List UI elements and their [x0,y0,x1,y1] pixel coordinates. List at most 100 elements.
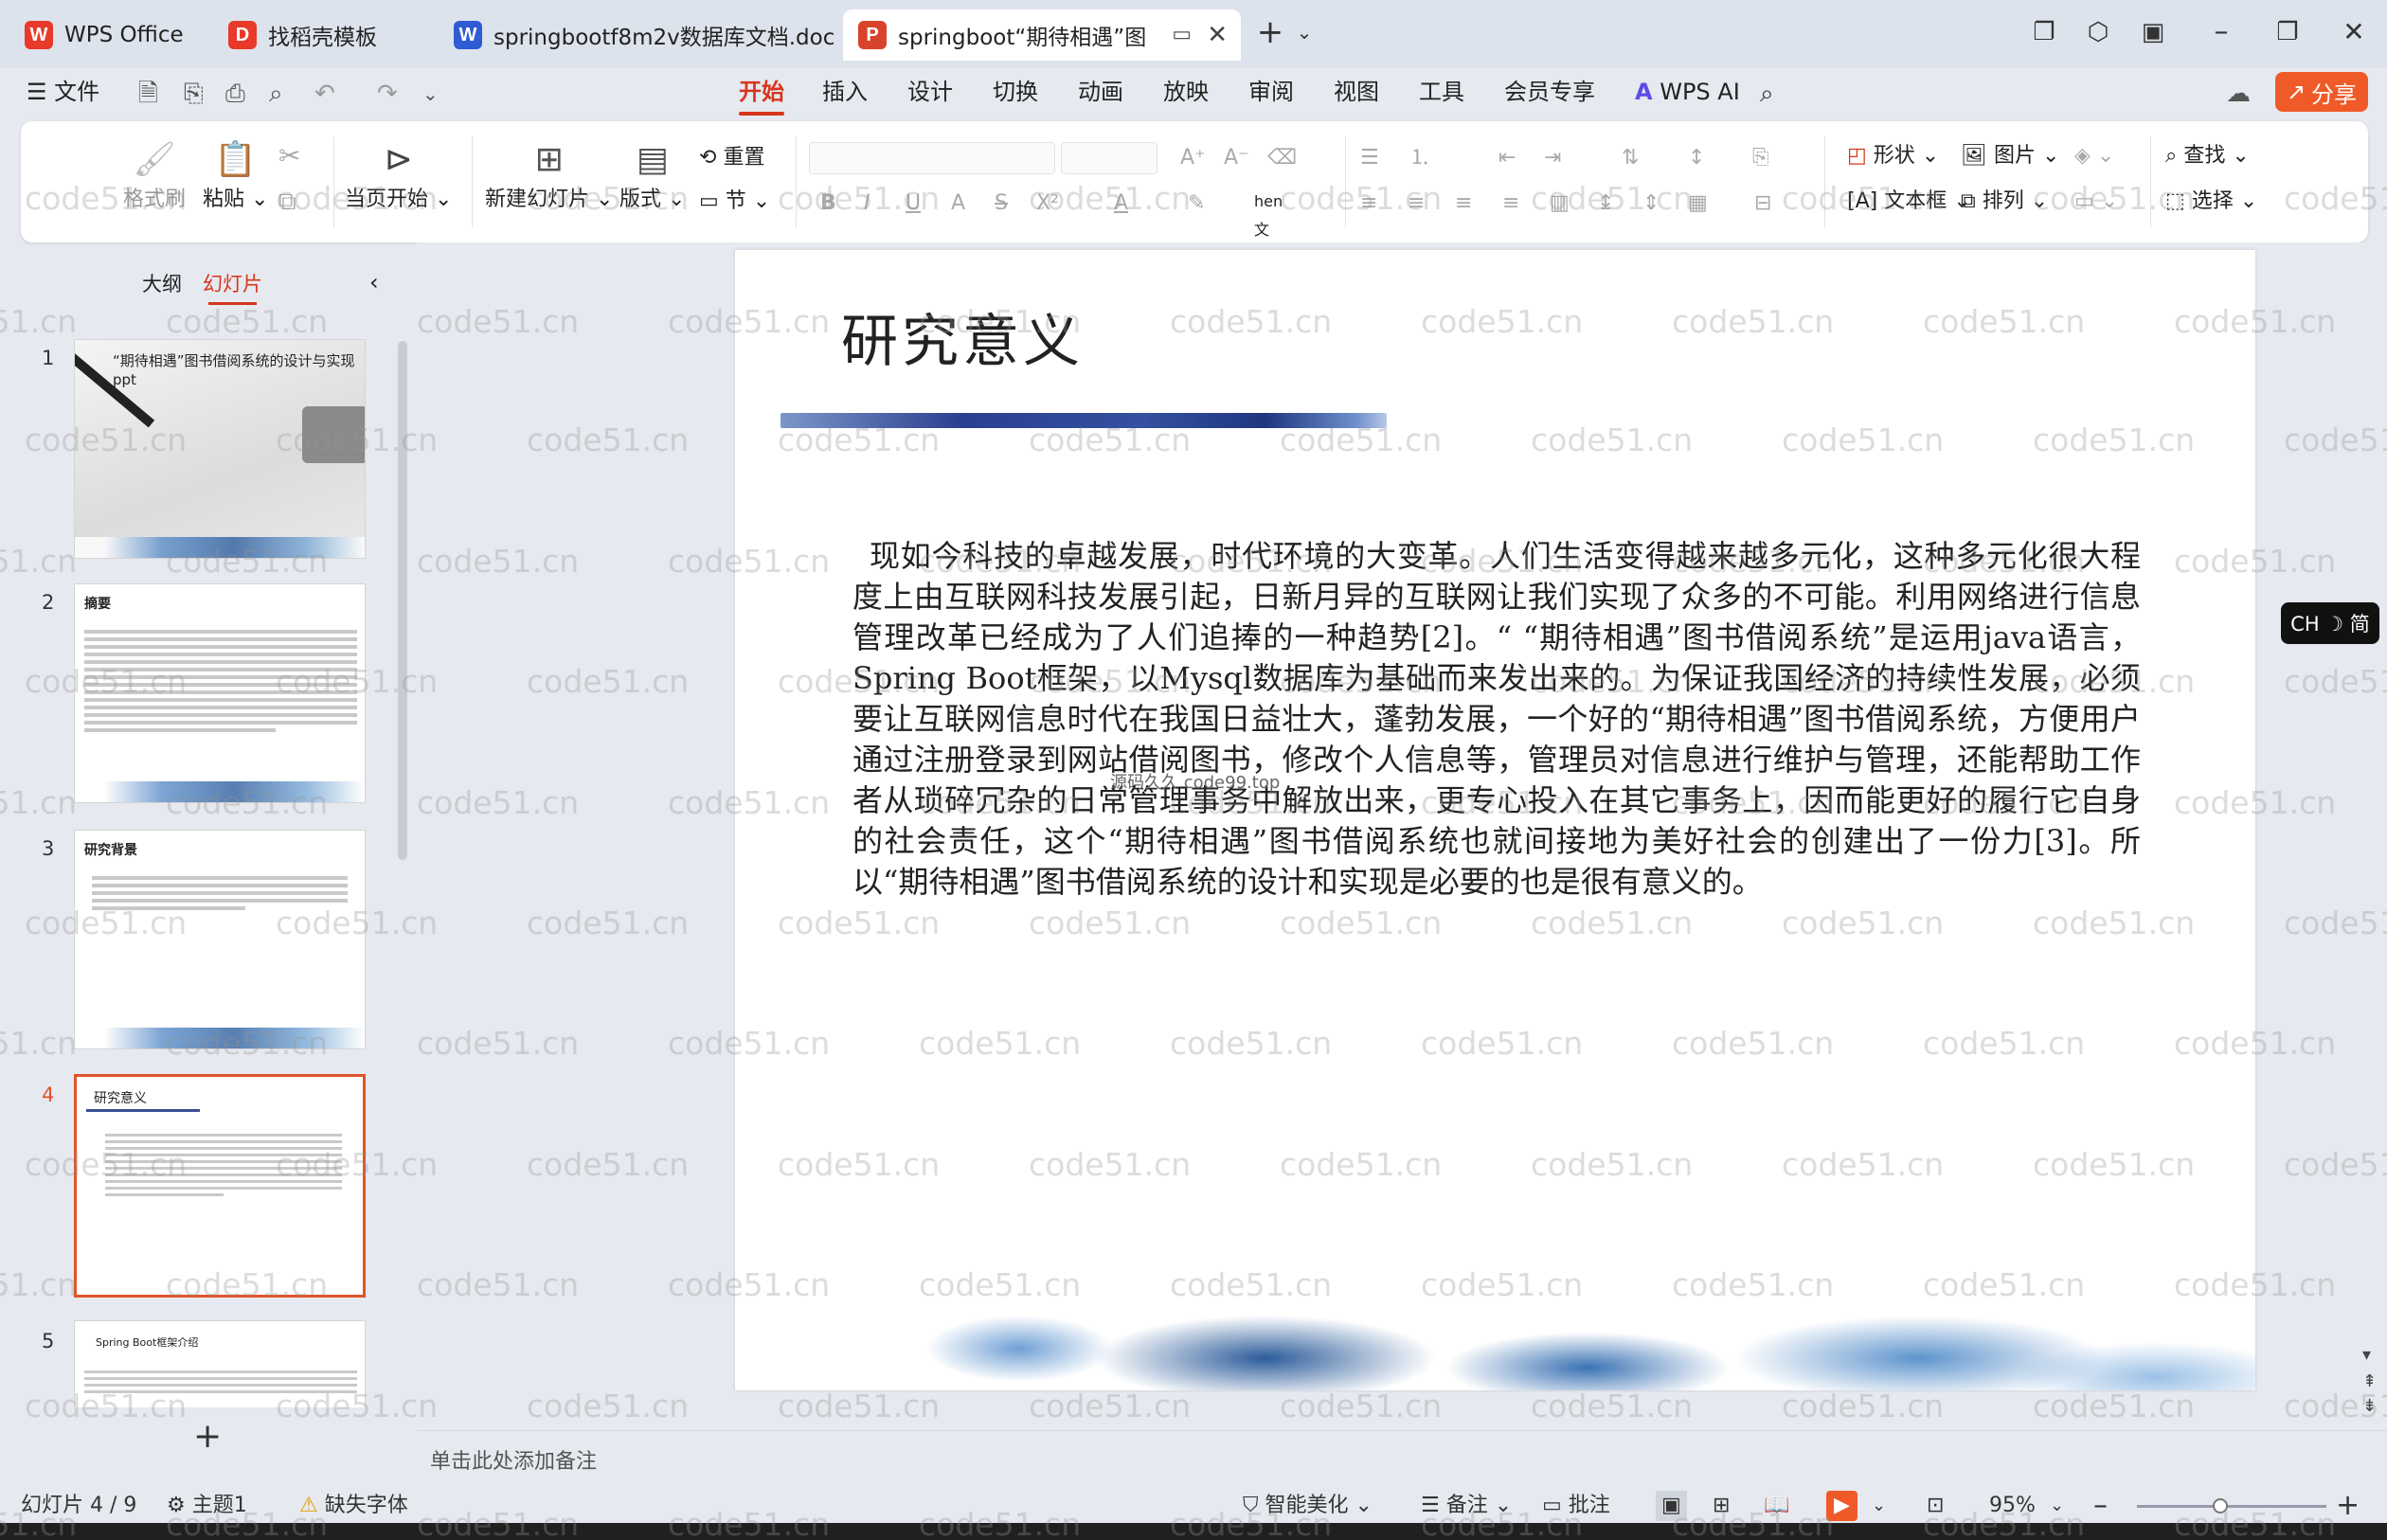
chevron-down-icon[interactable]: ⌄ [2050,1491,2064,1521]
menu-file[interactable]: ☰ 文件 [27,76,99,108]
normal-view-icon[interactable]: ▣ [1656,1491,1687,1521]
chevron-down-icon[interactable]: ⌄ [422,78,439,110]
print-icon[interactable]: ⎙ [225,78,245,110]
font-size-select[interactable] [1061,142,1158,174]
chevron-down-icon[interactable]: ⌄ [1872,1491,1886,1521]
save-icon[interactable]: 🗎 [138,78,158,110]
sort-icon[interactable]: ↕ [1688,144,1705,172]
notes-button[interactable]: ☰ 备注 ⌄ [1421,1491,1512,1521]
menu-view[interactable]: 视图 [1334,76,1379,108]
decrease-font-icon[interactable]: A⁻ [1224,144,1249,172]
previous-slide-icon[interactable]: ⇞ [2362,1371,2377,1391]
outline-tab[interactable]: 大纲 [142,269,182,297]
textbox-button[interactable]: [A] 文本框 ⌄ [1847,188,1971,216]
bullets-icon[interactable]: ☰ [1360,144,1379,172]
panel-scrollbar[interactable] [398,341,407,860]
slide-sorter-icon[interactable]: ⊞ [1713,1491,1730,1521]
menu-review[interactable]: 审阅 [1248,76,1294,108]
text-align-icon[interactable]: ⊟ [1754,189,1771,218]
layout-button[interactable]: ▤ 版式 ⌄ [619,138,685,212]
theme-button[interactable]: ⚙ 主题1 [167,1491,247,1521]
avatar[interactable]: ▣ [2129,13,2177,51]
zoom-slider[interactable] [2137,1505,2326,1508]
fill-icon[interactable]: ◈ ⌄ [2074,142,2114,170]
increase-font-icon[interactable]: A⁺ [1180,144,1206,172]
tab-ppt-file[interactable]: P springboot“期待相遇”图 ▭ ✕ [843,9,1241,61]
highlight-icon[interactable]: ✎ [1188,189,1205,218]
select-button[interactable]: ⬚ 选择 ⌄ [2165,188,2257,216]
slide-thumbnail-4[interactable]: 研究意义 [74,1074,366,1298]
add-slide-icon[interactable]: + [193,1417,222,1456]
menu-home[interactable]: 开始 [739,76,784,116]
maximize-icon[interactable]: ❐ [2264,13,2311,51]
play-from-current-button[interactable]: ⊳ 当页开始 ⌄ [345,138,452,212]
italic-icon[interactable]: I [864,189,870,218]
slides-tab[interactable]: 幻灯片 [203,269,262,305]
find-button[interactable]: ⌕ 查找 ⌄ [2165,142,2250,170]
distribute-icon[interactable]: ▥ [1550,189,1570,218]
justify-icon[interactable]: ≡ [1502,189,1519,218]
align-left-icon[interactable]: ≡ [1360,189,1377,218]
menu-wps-ai[interactable]: A WPS AI [1635,76,1740,108]
font-color-icon[interactable]: A [1114,189,1128,218]
collapse-panel-icon[interactable]: ‹ [369,269,379,295]
notes-pane[interactable]: 单击此处添加备注 [417,1430,2387,1489]
align-center-icon[interactable]: ≡ [1408,189,1425,218]
format-painter-button[interactable]: 🖌 格式刷 [123,138,186,212]
share-button[interactable]: ↗ 分享 [2275,72,2368,112]
menu-design[interactable]: 设计 [907,76,953,108]
font-family-select[interactable] [809,142,1055,174]
chevron-down-icon[interactable]: ▾ [2362,1345,2371,1365]
slide-thumbnail-2[interactable]: 摘要 [74,583,366,803]
next-slide-icon[interactable]: ⇟ [2362,1396,2377,1416]
increase-indent-icon[interactable]: ⇥ [1544,144,1561,172]
strikethrough-icon[interactable]: S [995,189,1008,218]
play-slideshow-icon[interactable]: ▶ [1826,1491,1858,1521]
reading-view-icon[interactable]: 📖 [1764,1491,1789,1521]
text-direction-icon[interactable]: ⇅ [1622,144,1639,172]
line-spacing-icon[interactable]: ↨ [1597,189,1614,218]
menu-tools[interactable]: 工具 [1419,76,1464,108]
tab-doc-file[interactable]: W springbootf8m2v数据库文档.doc [439,9,836,61]
smart-beautify-button[interactable]: ⛉ 智能美化 ⌄ [1243,1491,1373,1521]
close-tab-icon[interactable]: ✕ [1207,21,1228,49]
columns-icon[interactable]: ▦ [1688,189,1708,218]
zoom-level[interactable]: 95% [1989,1491,2036,1521]
slide-body-text[interactable]: 现如今科技的卓越发展，时代环境的大变革。人们生活变得越来越多元化，这种多元化很大… [852,536,2141,903]
cube-icon[interactable]: ⬡ [2074,13,2122,51]
picture-button[interactable]: 🖼 图片 ⌄ [1961,142,2059,170]
numbering-icon[interactable]: ⒈ [1409,144,1430,172]
menu-insert[interactable]: 插入 [822,76,868,108]
tab-docer-templates[interactable]: D 找稻壳模板 [213,9,429,61]
print-preview-icon[interactable]: ⌕ [269,78,283,110]
chevron-down-icon[interactable]: ⌄ [1281,13,1328,51]
underline-icon[interactable]: U [906,189,921,218]
cloud-upload-icon[interactable]: ☁ [2226,78,2251,110]
window-layout-icon[interactable]: ❐ [2020,13,2068,51]
arrange-button[interactable]: ⧉ 排列 ⌄ [1961,188,2048,216]
fit-window-icon[interactable]: ⊡ [1927,1491,1944,1521]
undo-icon[interactable]: ↶ [314,78,335,110]
copy-icon[interactable]: ⧉ [278,188,296,216]
comments-button[interactable]: ▭ 批注 [1542,1491,1610,1521]
section-button[interactable]: ▭ 节 ⌄ [699,188,770,216]
minimize-icon[interactable]: – [2198,13,2245,51]
search-icon[interactable]: ⌕ [1760,78,1774,110]
zoom-slider-handle[interactable] [2213,1498,2228,1513]
tab-wps-office[interactable]: W WPS Office [9,9,204,61]
decrease-indent-icon[interactable]: ⇤ [1499,144,1516,172]
shape-button[interactable]: ◰ 形状 ⌄ [1847,142,1939,170]
new-slide-button[interactable]: ⊞ 新建幻灯片 ⌄ [485,138,613,212]
export-icon[interactable]: ⎘ [184,78,204,110]
superscript-icon[interactable]: X² [1036,189,1059,218]
zoom-out-icon[interactable]: – [2093,1491,2108,1521]
current-slide[interactable]: 研究意义 现如今科技的卓越发展，时代环境的大变革。人们生活变得越来越多元化，这种… [735,250,2255,1390]
reset-button[interactable]: ⟲ 重置 [699,144,764,172]
slide-thumbnail-1[interactable]: “期待相遇”图书借阅系统的设计与实现ppt [74,339,366,559]
cut-icon[interactable]: ✂ [278,142,300,170]
screen-icon[interactable]: ▭ [1172,23,1192,46]
paragraph-spacing-icon[interactable]: ⇕ [1642,189,1660,218]
close-window-icon[interactable]: ✕ [2330,13,2378,51]
clear-format-icon[interactable]: ⌫ [1267,144,1297,172]
menu-slideshow[interactable]: 放映 [1163,76,1209,108]
